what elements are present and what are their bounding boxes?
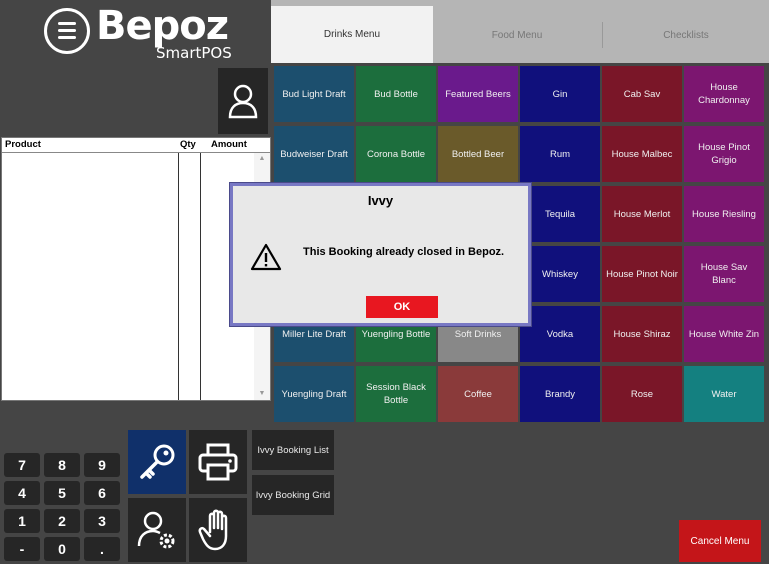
tab-drinks-menu[interactable]: Drinks Menu — [271, 6, 433, 63]
menu-item-button[interactable]: Tequila — [520, 186, 600, 242]
hand-button[interactable] — [189, 498, 247, 562]
ok-button[interactable]: OK — [366, 296, 438, 318]
brand-subtitle: SmartPOS — [156, 44, 232, 62]
dialog-message: This Booking already closed in Bepoz. — [303, 246, 505, 258]
tab-checklists[interactable]: Checklists — [603, 8, 769, 63]
ivvy-booking-grid-button[interactable]: Ivvy Booking Grid — [252, 475, 334, 515]
numpad-key[interactable]: 8 — [44, 453, 80, 477]
menu-item-button[interactable]: House Malbec — [602, 126, 682, 182]
column-divider — [200, 153, 201, 400]
menu-item-button[interactable]: Coffee — [438, 366, 518, 422]
numpad-key[interactable]: 5 — [44, 481, 80, 505]
warning-icon — [250, 243, 282, 271]
ivvy-alert-dialog: Ivvy This Booking already closed in Bepo… — [230, 183, 531, 326]
user-settings-icon — [137, 511, 175, 549]
menu-item-button[interactable]: Brandy — [520, 366, 600, 422]
ivvy-booking-list-button[interactable]: Ivvy Booking List — [252, 430, 334, 470]
menu-item-button[interactable]: House Sav Blanc — [684, 246, 764, 302]
menu-item-button[interactable]: Bottled Beer — [438, 126, 518, 182]
scroll-up-icon[interactable]: ▲ — [254, 153, 270, 165]
menu-item-button[interactable]: Gin — [520, 66, 600, 122]
menu-item-button[interactable]: House Shiraz — [602, 306, 682, 362]
cancel-menu-button[interactable]: Cancel Menu — [679, 520, 761, 562]
menu-tabs: Drinks Menu Food Menu Checklists — [271, 0, 769, 63]
menu-item-button[interactable]: Bud Bottle — [356, 66, 436, 122]
menu-item-button[interactable]: Bud Light Draft — [274, 66, 354, 122]
menu-item-button[interactable]: House White Zin — [684, 306, 764, 362]
menu-item-button[interactable]: Corona Bottle — [356, 126, 436, 182]
menu-item-button[interactable]: Cab Sav — [602, 66, 682, 122]
menu-item-button[interactable]: Rum — [520, 126, 600, 182]
header-qty: Qty — [180, 139, 196, 150]
menu-circle-icon — [44, 8, 90, 54]
brand-name: Bepoz — [96, 3, 229, 49]
numpad-key[interactable]: - — [4, 537, 40, 561]
menu-item-button[interactable]: Session Black Bottle — [356, 366, 436, 422]
header-amount: Amount — [211, 139, 247, 150]
numpad-key[interactable]: 1 — [4, 509, 40, 533]
numpad-key[interactable]: 9 — [84, 453, 120, 477]
menu-item-button[interactable]: Vodka — [520, 306, 600, 362]
menu-item-button[interactable]: Rose — [602, 366, 682, 422]
menu-item-button[interactable]: Budweiser Draft — [274, 126, 354, 182]
menu-item-button[interactable]: Whiskey — [520, 246, 600, 302]
user-button[interactable] — [218, 68, 268, 134]
menu-item-button[interactable]: House Pinot Grigio — [684, 126, 764, 182]
menu-item-button[interactable]: Water — [684, 366, 764, 422]
menu-item-button[interactable]: Yuengling Draft — [274, 366, 354, 422]
print-button[interactable] — [189, 430, 247, 494]
hand-icon — [198, 509, 228, 551]
numpad-key[interactable]: 2 — [44, 509, 80, 533]
menu-item-button[interactable]: House Chardonnay — [684, 66, 764, 122]
numpad-key[interactable]: 6 — [84, 481, 120, 505]
menu-item-button[interactable]: House Merlot — [602, 186, 682, 242]
numpad-key[interactable]: 4 — [4, 481, 40, 505]
column-divider — [178, 153, 179, 400]
dialog-title: Ivvy — [367, 193, 394, 208]
user-icon — [228, 84, 258, 119]
menu-item-button[interactable]: House Pinot Noir — [602, 246, 682, 302]
scroll-down-icon[interactable]: ▼ — [254, 388, 270, 400]
user-settings-button[interactable] — [128, 498, 186, 562]
menu-item-button[interactable]: House Riesling — [684, 186, 764, 242]
product-table-header: Product Qty Amount — [2, 138, 270, 153]
menu-item-button[interactable]: Featured Beers — [438, 66, 518, 122]
key-icon — [140, 444, 175, 479]
header-product: Product — [5, 139, 41, 150]
numpad-key[interactable]: 3 — [84, 509, 120, 533]
bepoz-logo: Bepoz SmartPOS — [44, 3, 244, 62]
numpad-key[interactable]: 7 — [4, 453, 40, 477]
key-button[interactable] — [128, 430, 186, 494]
numpad-key[interactable]: . — [84, 537, 120, 561]
numpad-key[interactable]: 0 — [44, 537, 80, 561]
printer-icon — [198, 443, 238, 481]
tab-food-menu[interactable]: Food Menu — [434, 8, 600, 63]
